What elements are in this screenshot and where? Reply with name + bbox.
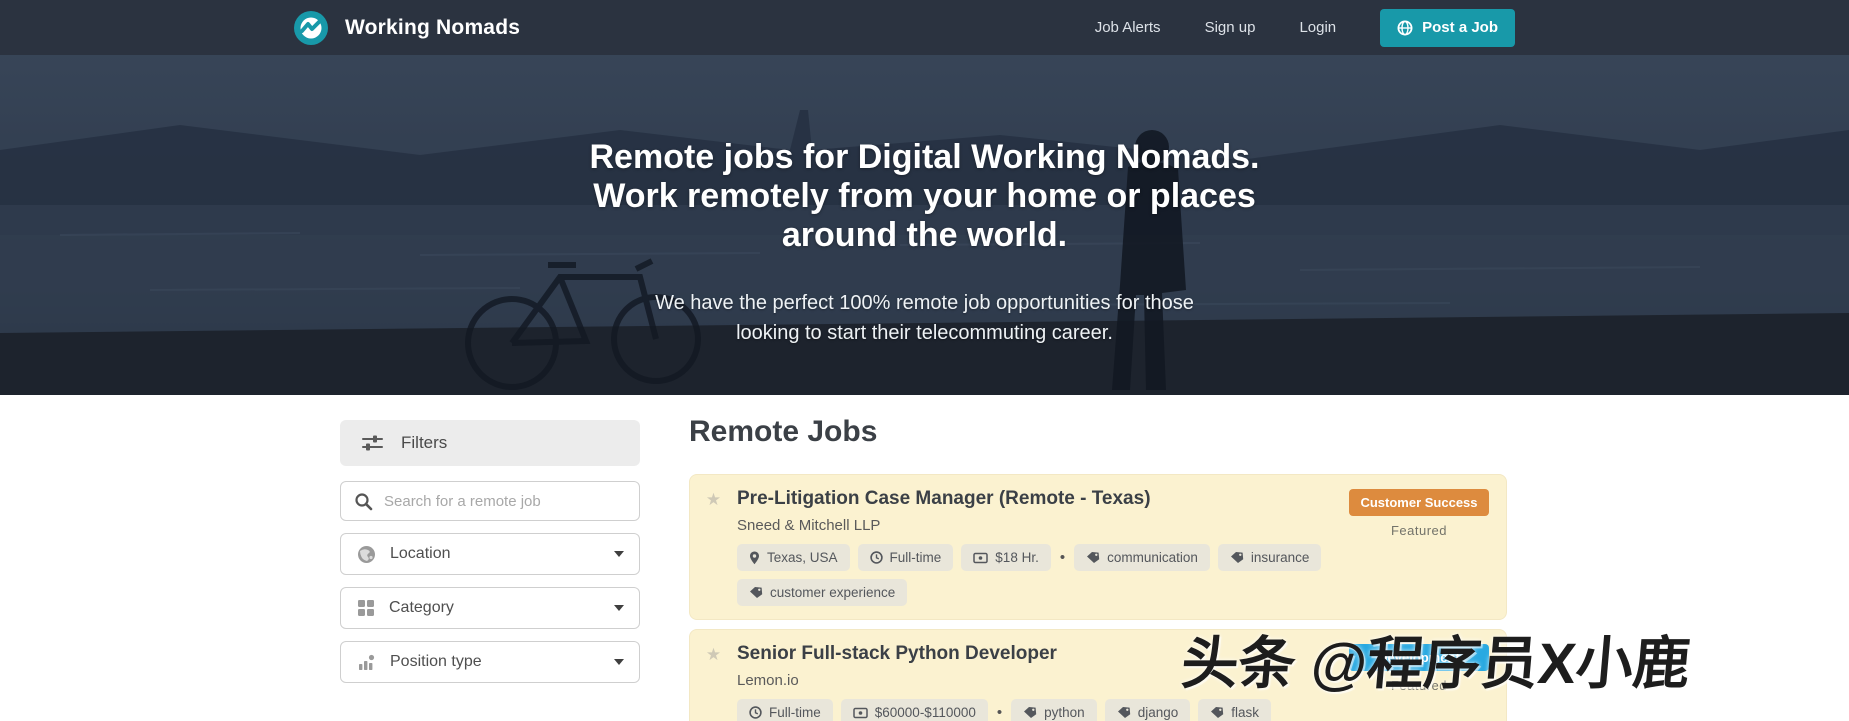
favorite-star-icon[interactable]: ★ bbox=[706, 646, 721, 721]
tag-icon bbox=[1117, 706, 1131, 719]
jobs-main-column: Remote Jobs ★ Pre-Litigation Case Manage… bbox=[689, 395, 1507, 721]
job-company[interactable]: Sneed & Mitchell LLP bbox=[737, 517, 1343, 534]
money-icon bbox=[973, 552, 988, 564]
search-input[interactable] bbox=[384, 482, 639, 520]
hero-headline-line-2: Work remotely from your home or places bbox=[0, 177, 1849, 216]
job-time-pill: Full-time bbox=[858, 544, 954, 571]
job-tag-label: insurance bbox=[1251, 550, 1310, 565]
filters-label: Filters bbox=[401, 433, 447, 453]
working-nomads-logo-icon bbox=[294, 11, 328, 45]
job-tag-label: customer experience bbox=[770, 585, 895, 600]
featured-label: Featured bbox=[1391, 678, 1447, 693]
job-search-box bbox=[340, 481, 640, 521]
top-header: Working Nomads Job Alerts Sign up Login … bbox=[0, 0, 1849, 55]
brand[interactable]: Working Nomads bbox=[294, 11, 520, 45]
clock-icon bbox=[870, 551, 883, 564]
globe-icon bbox=[356, 544, 377, 565]
page-title: Remote Jobs bbox=[689, 415, 1507, 449]
clock-icon bbox=[749, 706, 762, 719]
job-title[interactable]: Senior Full-stack Python Developer bbox=[737, 643, 1343, 665]
grid-icon bbox=[356, 598, 376, 618]
search-icon bbox=[354, 492, 373, 511]
position-type-label: Position type bbox=[390, 653, 601, 671]
job-salary-pill: $18 Hr. bbox=[961, 544, 1051, 571]
job-meta-row: Texas, USA Full-time $18 H bbox=[737, 544, 1343, 606]
globe-icon bbox=[1397, 20, 1413, 36]
pin-icon bbox=[749, 551, 760, 565]
money-icon bbox=[853, 707, 868, 719]
meta-tag-separator: • bbox=[1060, 549, 1065, 566]
post-a-job-label: Post a Job bbox=[1422, 19, 1498, 36]
job-company[interactable]: Lemon.io bbox=[737, 672, 1343, 689]
nav-job-alerts[interactable]: Job Alerts bbox=[1095, 19, 1161, 36]
tag-icon bbox=[1086, 551, 1100, 564]
tag-icon bbox=[749, 586, 763, 599]
hero-text-block: Remote jobs for Digital Working Nomads. … bbox=[0, 55, 1849, 348]
category-dropdown[interactable]: Category bbox=[340, 587, 640, 629]
content-area: Filters bbox=[0, 395, 1849, 721]
job-card-senior-fullstack-python-developer[interactable]: ★ Senior Full-stack Python Developer Lem… bbox=[689, 629, 1507, 721]
job-tag-label: python bbox=[1044, 705, 1085, 720]
job-salary-label: $18 Hr. bbox=[995, 550, 1039, 565]
job-tag-pill[interactable]: communication bbox=[1074, 544, 1210, 571]
job-tag-label: django bbox=[1138, 705, 1179, 720]
job-time-label: Full-time bbox=[769, 705, 821, 720]
job-tag-pill[interactable]: insurance bbox=[1218, 544, 1322, 571]
favorite-star-icon[interactable]: ★ bbox=[706, 491, 721, 606]
filters-toggle[interactable]: Filters bbox=[340, 420, 640, 466]
job-location-label: Texas, USA bbox=[767, 550, 838, 565]
job-title[interactable]: Pre-Litigation Case Manager (Remote - Te… bbox=[737, 488, 1343, 510]
job-tag-pill[interactable]: django bbox=[1105, 699, 1191, 721]
filters-sidebar: Filters bbox=[340, 395, 640, 721]
position-type-icon bbox=[356, 652, 377, 673]
category-badge[interactable]: Development bbox=[1349, 644, 1489, 671]
sliders-icon bbox=[361, 433, 384, 453]
hero-headline-line-3: around the world. bbox=[0, 216, 1849, 255]
hero-banner: Remote jobs for Digital Working Nomads. … bbox=[0, 55, 1849, 395]
job-location-pill: Texas, USA bbox=[737, 544, 850, 571]
job-time-pill: Full-time bbox=[737, 699, 833, 721]
category-badge[interactable]: Customer Success bbox=[1349, 489, 1489, 516]
tag-icon bbox=[1023, 706, 1037, 719]
chevron-down-icon bbox=[614, 659, 624, 665]
job-salary-pill: $60000-$110000 bbox=[841, 699, 988, 721]
job-time-label: Full-time bbox=[890, 550, 942, 565]
tag-icon bbox=[1230, 551, 1244, 564]
brand-name: Working Nomads bbox=[345, 16, 520, 40]
job-meta-row: Full-time $60000-$110000 • bbox=[737, 699, 1343, 721]
chevron-down-icon bbox=[614, 551, 624, 557]
job-card-pre-litigation-case-manager[interactable]: ★ Pre-Litigation Case Manager (Remote - … bbox=[689, 474, 1507, 620]
hero-headline-line-1: Remote jobs for Digital Working Nomads. bbox=[0, 138, 1849, 177]
location-dropdown[interactable]: Location bbox=[340, 533, 640, 575]
chevron-down-icon bbox=[614, 605, 624, 611]
nav-login[interactable]: Login bbox=[1299, 19, 1336, 36]
tag-icon bbox=[1210, 706, 1224, 719]
header-nav: Job Alerts Sign up Login Post a Job bbox=[1095, 9, 1515, 47]
category-label: Category bbox=[389, 599, 601, 617]
job-tag-label: flask bbox=[1231, 705, 1259, 720]
job-tag-pill[interactable]: python bbox=[1011, 699, 1097, 721]
location-label: Location bbox=[390, 545, 601, 563]
meta-tag-separator: • bbox=[997, 704, 1002, 721]
job-tag-pill[interactable]: flask bbox=[1198, 699, 1271, 721]
featured-label: Featured bbox=[1391, 523, 1447, 538]
position-type-dropdown[interactable]: Position type bbox=[340, 641, 640, 683]
hero-subtitle-line-2: looking to start their telecommuting car… bbox=[0, 318, 1849, 348]
job-tag-label: communication bbox=[1107, 550, 1198, 565]
hero-subtitle-line-1: We have the perfect 100% remote job oppo… bbox=[0, 288, 1849, 318]
working-nomads-page: Working Nomads Job Alerts Sign up Login … bbox=[0, 0, 1849, 721]
job-tag-pill[interactable]: customer experience bbox=[737, 579, 907, 606]
job-salary-label: $60000-$110000 bbox=[875, 705, 976, 720]
nav-sign-up[interactable]: Sign up bbox=[1205, 19, 1256, 36]
post-a-job-button[interactable]: Post a Job bbox=[1380, 9, 1515, 47]
